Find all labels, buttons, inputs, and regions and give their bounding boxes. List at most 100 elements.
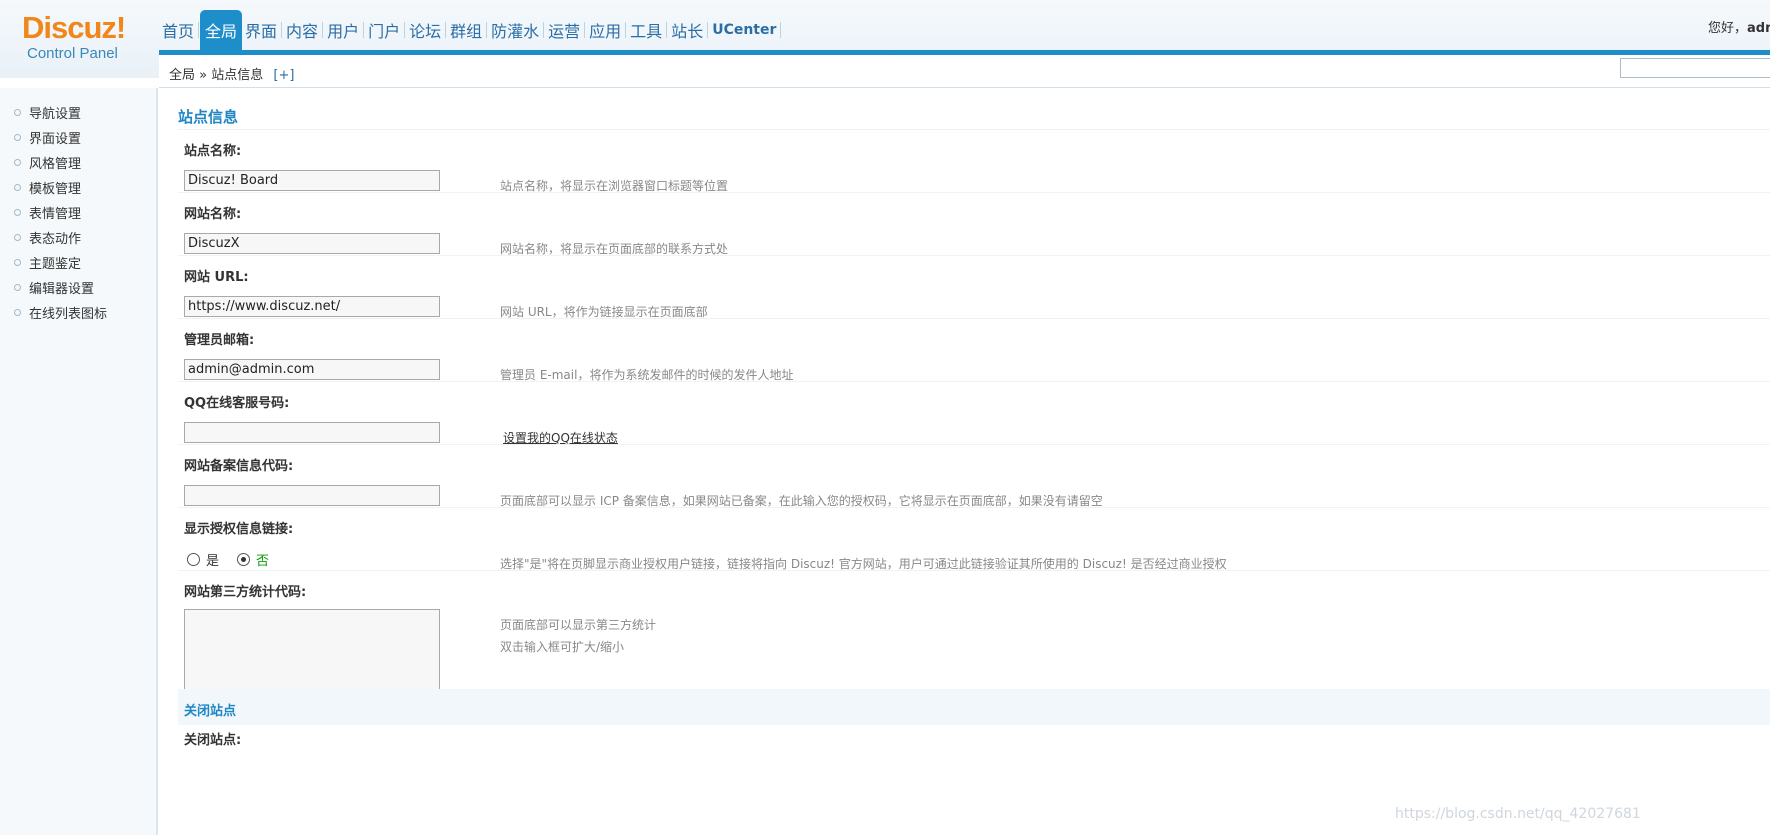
breadcrumb: 全局 » 站点信息 [+] (169, 64, 294, 83)
web-name-input[interactable] (184, 233, 440, 254)
admin-email-label: 管理员邮箱: (184, 333, 255, 348)
qq-label: QQ在线客服号码: (184, 396, 290, 411)
nav-divider (625, 22, 627, 38)
nav-home[interactable]: 首页 (159, 10, 197, 50)
stats-code-row: 网站第三方统计代码: 页面底部可以显示第三方统计 双击输入框可扩大/缩小 (178, 570, 1770, 700)
qq-input[interactable] (184, 422, 440, 443)
web-url-input[interactable] (184, 296, 440, 317)
license-link-radio-group: 是 否 (187, 550, 269, 569)
sidebar-item-label: 模板管理 (29, 182, 82, 197)
sidebar-item-label: 表态动作 (29, 232, 82, 247)
bullet-icon (14, 159, 21, 166)
sidebar-item-editor-settings[interactable]: 编辑器设置 (0, 275, 156, 300)
sidebar-item-online-icons[interactable]: 在线列表图标 (0, 300, 156, 325)
site-name-row: 站点名称: 站点名称，将显示在浏览器窗口标题等位置 (178, 129, 1770, 193)
web-name-row: 网站名称: 网站名称，将显示在页面底部的联系方式处 (178, 192, 1770, 256)
nav-divider (584, 22, 586, 38)
close-site-section-header: 关闭站点 (178, 689, 1770, 725)
site-name-input[interactable] (184, 170, 440, 191)
sidebar-item-label: 表情管理 (29, 207, 82, 222)
stats-code-hint: 页面底部可以显示第三方统计 (500, 618, 657, 632)
close-site-section-title: 关闭站点 (184, 704, 237, 719)
sidebar-item-style-manage[interactable]: 风格管理 (0, 150, 156, 175)
sidebar-item-thread-stamps[interactable]: 主题鉴定 (0, 250, 156, 275)
logo-subtitle: Control Panel (27, 45, 118, 62)
username[interactable]: adm (1747, 21, 1770, 36)
icp-label: 网站备案信息代码: (184, 459, 294, 474)
icp-row: 网站备案信息代码: 页面底部可以显示 ICP 备案信息，如果网站已备案，在此输入… (178, 444, 1770, 508)
stats-code-label: 网站第三方统计代码: (184, 585, 307, 600)
watermark: https://blog.csdn.net/qq_42027681 (1395, 806, 1641, 822)
nav-divider (486, 22, 488, 38)
nav-operations[interactable]: 运营 (545, 10, 583, 50)
nav-interface[interactable]: 界面 (242, 10, 280, 50)
bullet-icon (14, 284, 21, 291)
nav-apps[interactable]: 应用 (586, 10, 624, 50)
admin-email-input[interactable] (184, 359, 440, 380)
nav-tools[interactable]: 工具 (627, 10, 665, 50)
breadcrumb-root[interactable]: 全局 (169, 68, 195, 83)
sidebar-item-reactions[interactable]: 表态动作 (0, 225, 156, 250)
license-link-row: 显示授权信息链接: 是 否 选择"是"将在页脚显示商业授权用户链接，链接将指向 … (178, 507, 1770, 571)
qq-row: QQ在线客服号码: 设置我的QQ在线状态 (178, 381, 1770, 445)
web-name-label: 网站名称: (184, 207, 242, 222)
sidebar-item-template-manage[interactable]: 模板管理 (0, 175, 156, 200)
nav-global[interactable]: 全局 (200, 10, 243, 50)
nav-ucenter[interactable]: UCenter (709, 10, 779, 50)
stats-code-hint: 双击输入框可扩大/缩小 (500, 640, 625, 654)
greeting-text: 您好， (1708, 21, 1748, 36)
nav-divider (707, 22, 709, 38)
breadcrumb-separator: » (199, 68, 208, 83)
radio-no-label[interactable]: 否 (256, 550, 269, 569)
page-title: 站点信息 (178, 108, 239, 126)
bullet-icon (14, 184, 21, 191)
sidebar-menu: 导航设置 界面设置 风格管理 模板管理 表情管理 表态动作 主题鉴定 编辑器设置… (0, 88, 156, 325)
nav-content[interactable]: 内容 (283, 10, 321, 50)
nav-divider (445, 22, 447, 38)
main-nav: 首页 全局 界面 内容 用户 门户 论坛 群组 防灌水 运营 应用 工具 站长 … (159, 10, 782, 50)
sidebar-item-label: 导航设置 (29, 107, 82, 122)
nav-anti-spam[interactable]: 防灌水 (488, 10, 542, 50)
nav-groups[interactable]: 群组 (447, 10, 485, 50)
breadcrumb-current: 站点信息 (211, 68, 264, 83)
admin-email-row: 管理员邮箱: 管理员 E-mail，将作为系统发邮件的时候的发件人地址 (178, 318, 1770, 382)
sidebar-item-ui-settings[interactable]: 界面设置 (0, 125, 156, 150)
nav-divider (543, 22, 545, 38)
bullet-icon (14, 209, 21, 216)
nav-divider (322, 22, 324, 38)
nav-divider (198, 22, 200, 38)
sidebar-item-label: 在线列表图标 (29, 307, 108, 322)
stats-code-hints: 页面底部可以显示第三方统计 双击输入框可扩大/缩小 (500, 614, 656, 658)
bullet-icon (14, 259, 21, 266)
nav-divider (281, 22, 283, 38)
bullet-icon (14, 309, 21, 316)
close-site-label: 关闭站点: (184, 733, 242, 748)
nav-portal[interactable]: 门户 (365, 10, 403, 50)
nav-divider (404, 22, 406, 38)
sidebar-item-smiley-manage[interactable]: 表情管理 (0, 200, 156, 225)
stats-code-textarea[interactable] (184, 609, 440, 691)
logo-text: Discuz! (22, 10, 126, 45)
sidebar-item-label: 主题鉴定 (29, 257, 82, 272)
nav-divider (666, 22, 668, 38)
bullet-icon (14, 134, 21, 141)
radio-no[interactable] (237, 553, 251, 566)
radio-yes-label[interactable]: 是 (206, 550, 219, 569)
web-url-label: 网站 URL: (184, 270, 249, 285)
search-input[interactable] (1620, 58, 1770, 78)
breadcrumb-bar: 全局 » 站点信息 [+] (159, 55, 1770, 88)
nav-divider (780, 22, 782, 38)
license-link-label: 显示授权信息链接: (184, 522, 294, 537)
nav-webmaster[interactable]: 站长 (668, 10, 706, 50)
sidebar: 导航设置 界面设置 风格管理 模板管理 表情管理 表态动作 主题鉴定 编辑器设置… (0, 88, 158, 835)
add-shortcut-button[interactable]: [+] (273, 68, 294, 83)
sidebar-item-nav-settings[interactable]: 导航设置 (0, 100, 156, 125)
radio-yes[interactable] (187, 553, 200, 566)
discuz-logo[interactable]: Discuz! Control Panel (22, 10, 142, 70)
icp-input[interactable] (184, 485, 440, 506)
site-name-label: 站点名称: (184, 144, 242, 159)
nav-forum[interactable]: 论坛 (406, 10, 444, 50)
nav-divider (363, 22, 365, 38)
nav-users[interactable]: 用户 (324, 10, 362, 50)
sidebar-item-label: 界面设置 (29, 132, 82, 147)
